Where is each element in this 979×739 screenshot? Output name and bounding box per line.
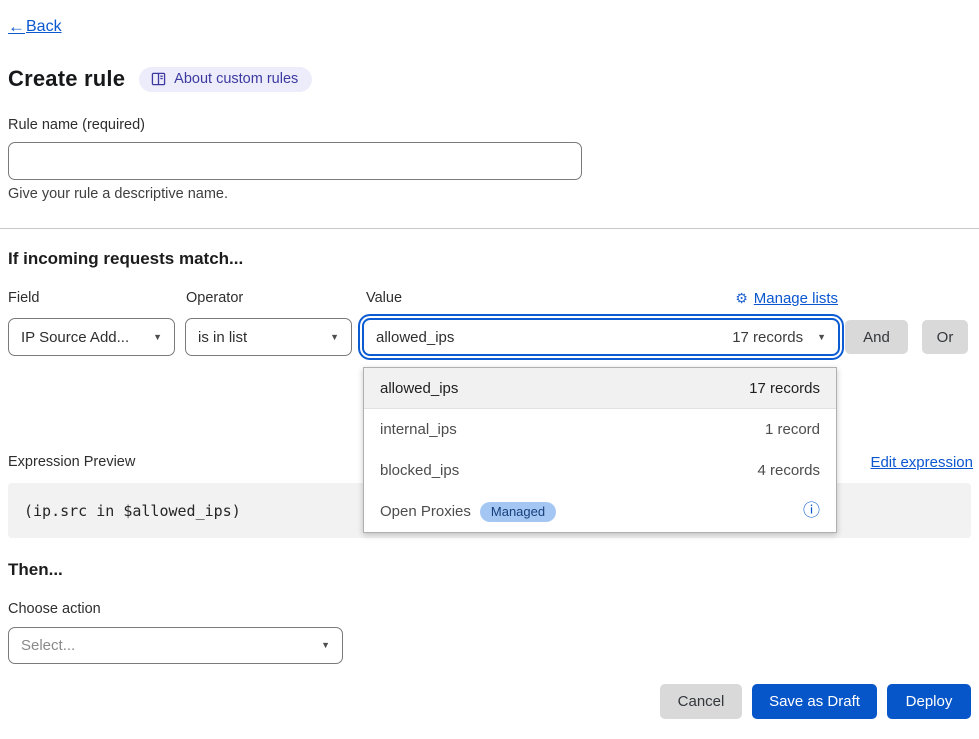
field-label: Field — [8, 290, 39, 306]
then-section-heading: Then... — [8, 560, 63, 580]
edit-expression-link[interactable]: Edit expression — [870, 454, 973, 471]
operator-select-value: is in list — [198, 329, 247, 346]
info-icon[interactable]: ⓘ — [803, 503, 820, 520]
rule-name-helper: Give your rule a descriptive name. — [8, 186, 228, 202]
field-select-value: IP Source Add... — [21, 329, 129, 346]
about-custom-rules-label: About custom rules — [174, 71, 298, 87]
list-item-name: internal_ips — [380, 421, 457, 438]
title-row: Create rule About custom rules — [8, 66, 312, 92]
choose-action-label: Choose action — [8, 601, 101, 617]
rule-name-label: Rule name (required) — [8, 117, 145, 133]
back-label: Back — [26, 18, 62, 36]
page-title: Create rule — [8, 66, 125, 92]
list-item-name: allowed_ips — [380, 380, 458, 397]
value-select[interactable]: allowed_ips 17 records ▼ — [362, 318, 840, 356]
operator-label: Operator — [186, 290, 243, 306]
match-section-heading: If incoming requests match... — [8, 249, 243, 269]
chevron-down-icon: ▼ — [321, 641, 330, 650]
action-select-placeholder: Select... — [21, 637, 75, 654]
field-select[interactable]: IP Source Add... ▼ — [8, 318, 175, 356]
chevron-down-icon: ▼ — [330, 333, 339, 342]
list-item-records: 4 records — [757, 462, 820, 479]
manage-lists-link[interactable]: ⚙ Manage lists — [735, 290, 838, 307]
or-button[interactable]: Or — [922, 320, 968, 354]
manage-lists-label: Manage lists — [754, 290, 838, 307]
chevron-down-icon: ▼ — [153, 333, 162, 342]
list-item-allowed-ips[interactable]: allowed_ips 17 records — [364, 368, 836, 409]
back-link[interactable]: ← Back — [8, 17, 62, 37]
value-dropdown: allowed_ips 17 records internal_ips 1 re… — [363, 367, 837, 533]
list-item-name: Open Proxies — [380, 503, 471, 520]
chevron-down-icon: ▼ — [817, 333, 826, 342]
list-item-name: blocked_ips — [380, 462, 459, 479]
value-select-value: allowed_ips — [376, 329, 454, 346]
action-select[interactable]: Select... ▼ — [8, 627, 343, 664]
cancel-button[interactable]: Cancel — [660, 684, 742, 719]
list-item-records: 17 records — [749, 380, 820, 397]
book-icon — [151, 72, 166, 86]
list-item-open-proxies[interactable]: Open Proxies Managed ⓘ — [364, 491, 836, 532]
expression-code: (ip.src in $allowed_ips) — [24, 502, 241, 520]
list-item-records: 1 record — [765, 421, 820, 438]
gear-icon: ⚙ — [735, 290, 748, 307]
save-as-draft-button[interactable]: Save as Draft — [752, 684, 877, 719]
and-button[interactable]: And — [845, 320, 908, 354]
create-rule-page: ← Back Create rule About custom rules Ru… — [0, 0, 979, 739]
list-item-blocked-ips[interactable]: blocked_ips 4 records — [364, 450, 836, 491]
list-item-internal-ips[interactable]: internal_ips 1 record — [364, 409, 836, 450]
about-custom-rules-link[interactable]: About custom rules — [139, 67, 312, 92]
section-divider — [0, 228, 979, 229]
back-arrow-icon: ← — [8, 17, 25, 37]
managed-badge: Managed — [480, 502, 556, 522]
deploy-button[interactable]: Deploy — [887, 684, 971, 719]
value-select-records: 17 records — [732, 329, 803, 346]
expression-preview-label: Expression Preview — [8, 454, 135, 470]
operator-select[interactable]: is in list ▼ — [185, 318, 352, 356]
value-label: Value — [366, 290, 402, 306]
rule-name-input[interactable] — [8, 142, 582, 180]
